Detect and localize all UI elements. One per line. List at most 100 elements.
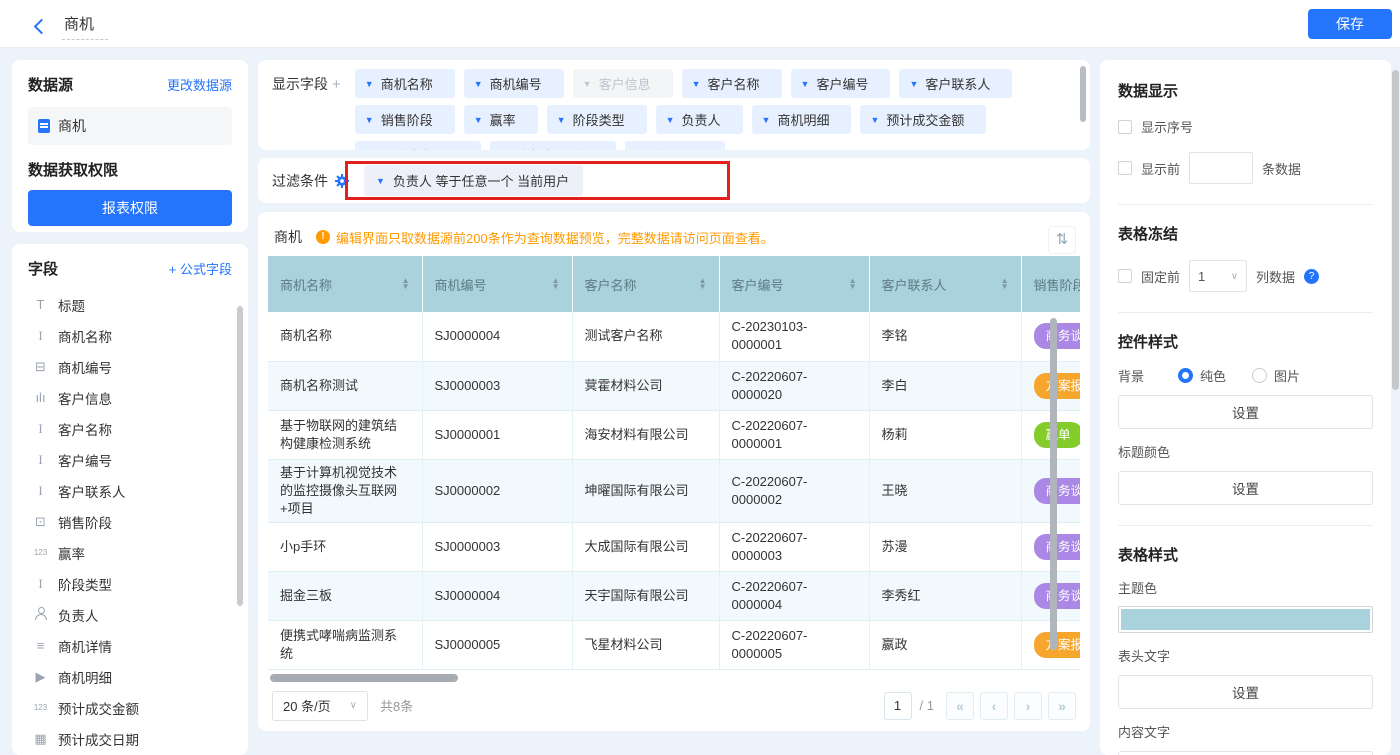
caret-down-icon: ▼	[474, 79, 483, 89]
column-header[interactable]: 销售阶段▲▼	[1021, 256, 1080, 312]
column-header[interactable]: 客户编号▲▼	[719, 256, 869, 312]
header-text-label: 表头文字	[1118, 646, 1373, 665]
report-permission-button[interactable]: 报表权限	[28, 190, 232, 226]
display-field-chip[interactable]: ▼预计成交金额	[860, 105, 986, 134]
display-field-chip[interactable]: ▼阶段类型	[547, 105, 647, 134]
field-item[interactable]: 123预计成交金额	[28, 692, 232, 723]
table-row: 掘金三板SJ0000004天宇国际有限公司C-20220607-0000004李…	[268, 571, 1080, 620]
current-page-input[interactable]: 1	[884, 692, 912, 720]
table-vertical-scrollbar[interactable]	[1050, 318, 1057, 650]
person-icon	[32, 607, 49, 622]
sort-carets-icon[interactable]: ▲▼	[1001, 278, 1009, 291]
sort-carets-icon[interactable]: ▲▼	[849, 278, 857, 291]
field-item[interactable]: ⊟商机编号	[28, 351, 232, 382]
display-field-chip[interactable]: ▼客户联系人	[899, 69, 1012, 98]
page-size-select[interactable]: 20 条/页 ∨	[272, 691, 368, 721]
display-field-chip[interactable]: ▼商机明细	[752, 105, 852, 134]
background-set-button[interactable]: 设置	[1118, 395, 1373, 429]
warning-icon: !	[316, 230, 330, 244]
field-item[interactable]: ılı客户信息	[28, 382, 232, 413]
display-fields-scrollbar[interactable]	[1080, 66, 1086, 122]
field-item[interactable]: T标题	[28, 289, 232, 320]
column-header[interactable]: 商机名称▲▼	[268, 256, 422, 312]
show-index-label: 显示序号	[1141, 117, 1193, 136]
field-item-label: 客户信息	[58, 388, 112, 408]
field-item[interactable]: I客户编号	[28, 444, 232, 475]
table-horizontal-scrollbar[interactable]	[270, 674, 458, 682]
field-item[interactable]: 123赢率	[28, 537, 232, 568]
warning-text: 编辑界面只取数据源前200条作为查询数据预览，完整数据请访问页面查看。	[336, 228, 774, 247]
table-cell: 商机名称	[268, 312, 422, 361]
field-item-label: 预计成交金额	[58, 698, 139, 718]
show-first-checkbox[interactable]	[1118, 161, 1132, 175]
field-item-label: 客户联系人	[58, 481, 126, 501]
image-option[interactable]: 图片	[1252, 366, 1300, 385]
column-header[interactable]: 客户联系人▲▼	[869, 256, 1021, 312]
header-text-set-button[interactable]: 设置	[1118, 675, 1373, 709]
display-field-chip[interactable]: ▼客户编号	[791, 69, 891, 98]
display-field-chip[interactable]: ▼商机编号	[464, 69, 564, 98]
add-field-icon[interactable]: +	[332, 76, 341, 93]
back-icon[interactable]	[30, 17, 52, 39]
show-index-checkbox[interactable]	[1118, 120, 1132, 134]
display-field-chip[interactable]: ▼赢率	[464, 105, 538, 134]
last-page-button[interactable]: »	[1048, 692, 1076, 720]
formula-field-link[interactable]: + 公式字段	[169, 259, 232, 278]
table-cell: C-20230103-0000001	[719, 312, 869, 361]
preview-warning: ! 编辑界面只取数据源前200条作为查询数据预览，完整数据请访问页面查看。	[316, 228, 774, 247]
save-button[interactable]: 保存	[1308, 9, 1392, 39]
content-text-set-button[interactable]: 设置	[1118, 751, 1373, 755]
field-item[interactable]: I阶段类型	[28, 568, 232, 599]
caret-down-icon: ▼	[376, 176, 385, 186]
field-item[interactable]: 负责人	[28, 599, 232, 630]
display-field-chip[interactable]: ▼客户名称	[682, 69, 782, 98]
row-limit-input[interactable]	[1189, 152, 1253, 184]
table-cell: 小p手环	[268, 522, 422, 571]
chevron-down-icon: ∨	[350, 700, 357, 711]
settings-panel-scrollbar[interactable]	[1392, 70, 1399, 390]
display-field-chip[interactable]: ▼商机名称	[355, 69, 455, 98]
field-item[interactable]: ⊡销售阶段	[28, 506, 232, 537]
display-field-chip[interactable]: ▼阶段变更时间	[490, 141, 616, 150]
field-item[interactable]: I商机名称	[28, 320, 232, 351]
field-item-label: 商机详情	[58, 636, 112, 656]
solid-color-option[interactable]: 纯色	[1178, 366, 1226, 385]
field-item[interactable]: ▶商机明细	[28, 661, 232, 692]
theme-color-picker[interactable]	[1118, 606, 1373, 633]
display-field-chip[interactable]: ▼负责人	[656, 105, 743, 134]
field-item[interactable]: ▦预计成交日期	[28, 723, 232, 754]
chip-label: 客户联系人	[925, 74, 990, 93]
next-page-button[interactable]: ›	[1014, 692, 1042, 720]
sort-carets-icon[interactable]: ▲▼	[402, 278, 410, 291]
display-field-chip[interactable]: ▼销售阶段	[355, 105, 455, 134]
filter-condition-chip[interactable]: ▼ 负责人 等于任意一个 当前用户	[364, 165, 583, 196]
change-datasource-link[interactable]: 更改数据源	[167, 75, 232, 94]
display-field-chip[interactable]: ▼输单原因	[625, 141, 725, 150]
sort-carets-icon[interactable]: ▲▼	[699, 278, 707, 291]
field-item[interactable]: ≡商机详情	[28, 630, 232, 661]
expand-icon: ▶	[32, 670, 49, 683]
first-page-button[interactable]: «	[946, 692, 974, 720]
field-item[interactable]: I客户联系人	[28, 475, 232, 506]
chip-row: ▼预计成交日期 ▼阶段变更时间 ▼输单原因	[355, 141, 1013, 150]
field-item[interactable]: I客户名称	[28, 413, 232, 444]
freeze-count-select[interactable]: 1 ∨	[1189, 260, 1247, 292]
prev-page-button[interactable]: ‹	[980, 692, 1008, 720]
datasource-item[interactable]: 商机	[28, 107, 232, 145]
fields-scrollbar[interactable]	[237, 306, 243, 606]
table-cell: 基于计算机视觉技术的监控摄像头互联网+项目	[268, 459, 422, 522]
display-field-chip[interactable]: ▼预计成交日期	[355, 141, 481, 150]
column-header[interactable]: 客户名称▲▼	[572, 256, 719, 312]
sort-icon[interactable]: ⇅	[1048, 226, 1076, 254]
help-icon[interactable]: ?	[1304, 269, 1319, 284]
table-cell: SJ0000003	[422, 361, 572, 410]
gear-icon[interactable]	[335, 174, 349, 188]
serial-icon: ⊟	[32, 360, 49, 373]
title-color-set-button[interactable]: 设置	[1118, 471, 1373, 505]
chip-label: 客户编号	[816, 74, 868, 93]
sort-carets-icon[interactable]: ▲▼	[552, 278, 560, 291]
freeze-columns-checkbox[interactable]	[1118, 269, 1132, 283]
table-freeze-title: 表格冻结	[1118, 223, 1373, 244]
cols-suffix-label: 列数据	[1256, 267, 1295, 286]
column-header[interactable]: 商机编号▲▼	[422, 256, 572, 312]
